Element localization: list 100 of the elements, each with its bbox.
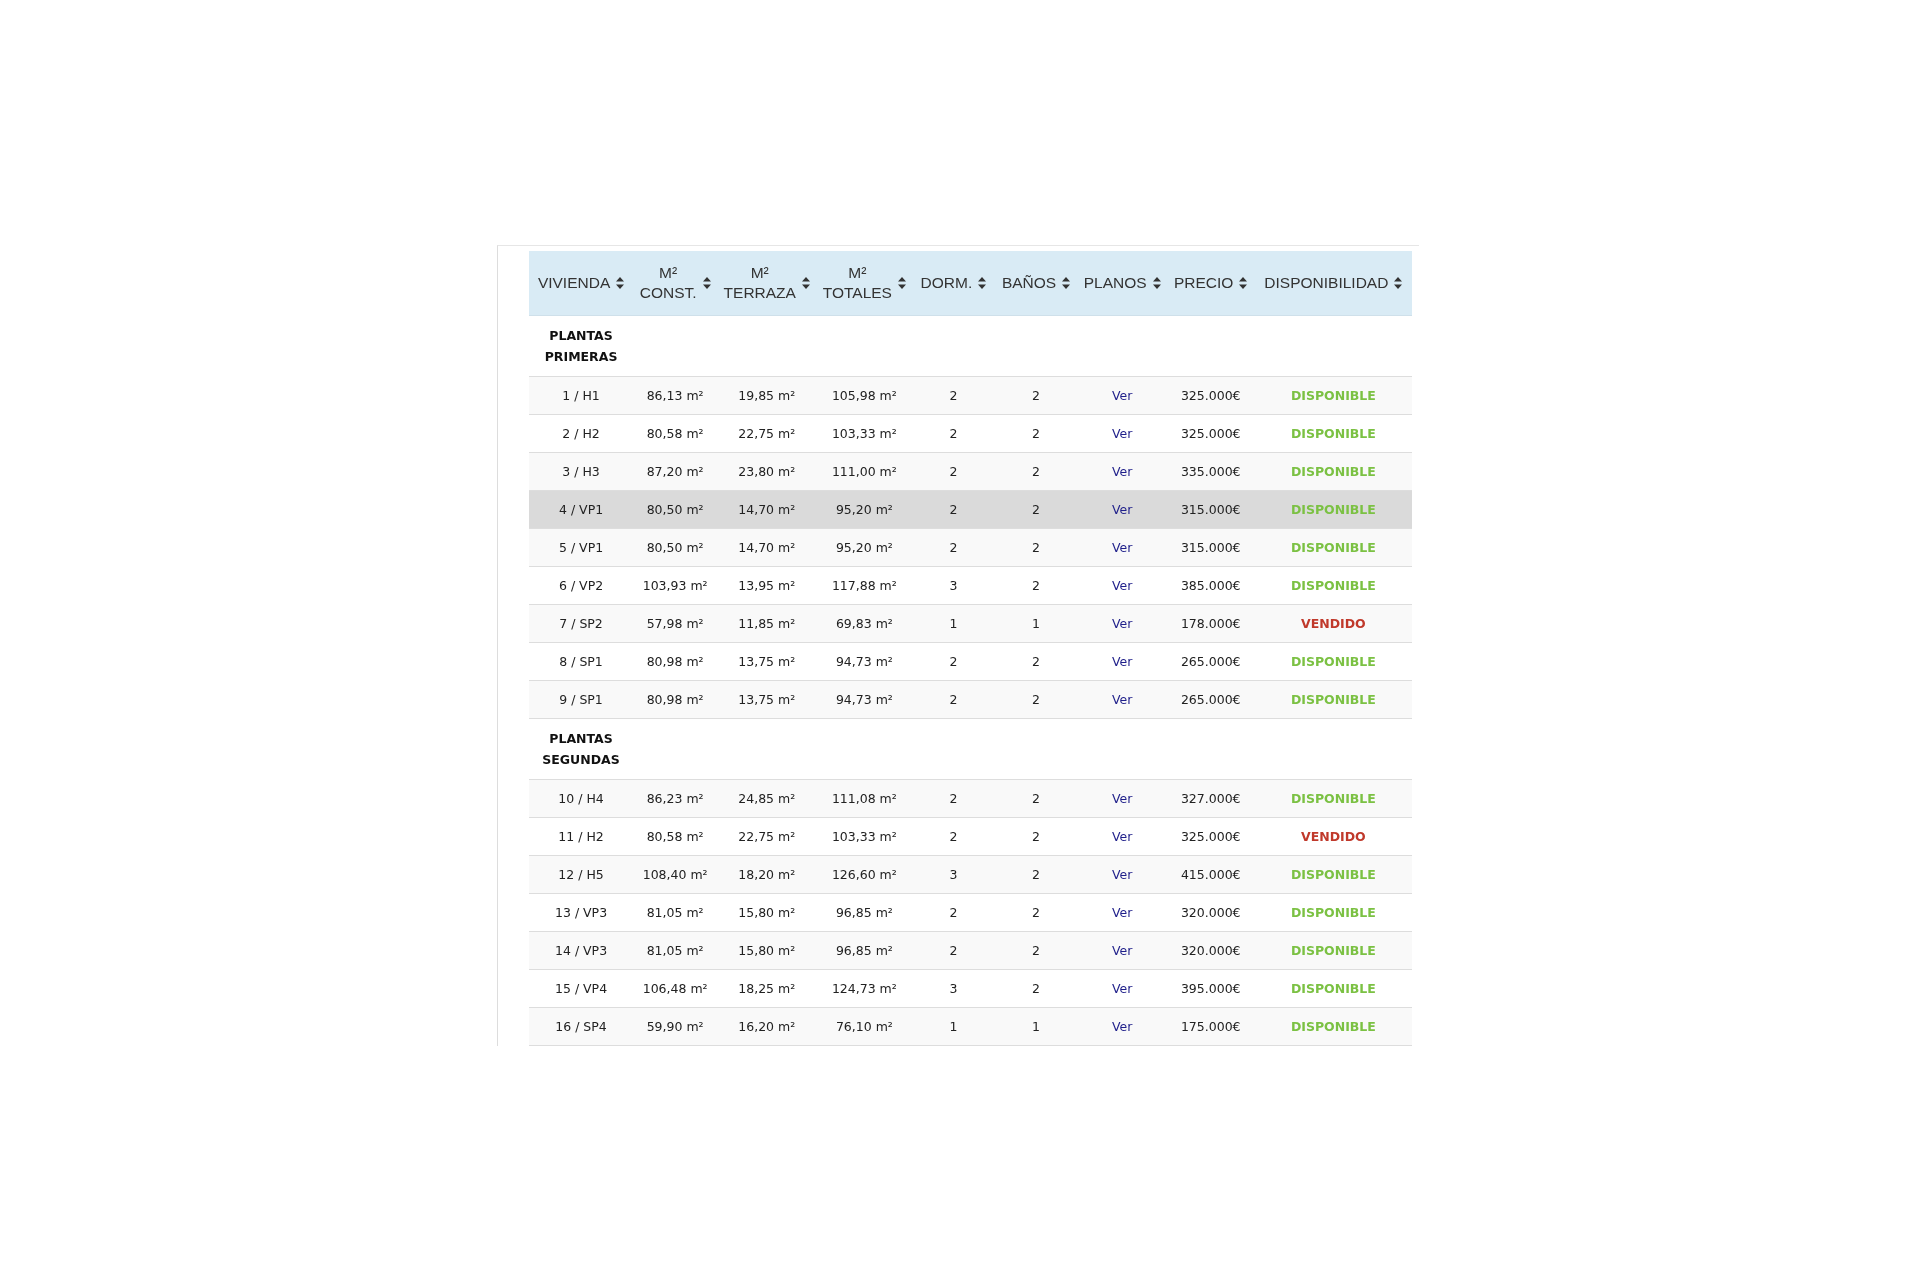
table-cell: 111,00 m² bbox=[816, 452, 913, 491]
table-cell: 12 / H5 bbox=[529, 855, 634, 894]
plan-link[interactable]: Ver bbox=[1111, 464, 1133, 479]
sort-icon[interactable] bbox=[1394, 277, 1403, 289]
table-cell: 2 bbox=[994, 817, 1078, 856]
table-cell: 2 bbox=[912, 376, 995, 415]
table-cell: 94,73 m² bbox=[816, 642, 913, 681]
table-cell: 2 bbox=[912, 642, 995, 681]
plan-link[interactable]: Ver bbox=[1111, 616, 1133, 631]
column-header[interactable]: VIVIENDA bbox=[537, 272, 611, 294]
table-cell: 3 bbox=[912, 969, 995, 1008]
column-header[interactable]: PLANOS bbox=[1083, 272, 1147, 294]
status-text: DISPONIBLE bbox=[1254, 566, 1412, 605]
table-cell: 11,85 m² bbox=[717, 604, 817, 643]
plan-link[interactable]: Ver bbox=[1111, 981, 1133, 996]
sort-icon[interactable] bbox=[1062, 277, 1071, 289]
table-cell: 385.000€ bbox=[1166, 566, 1255, 605]
table-cell: 178.000€ bbox=[1166, 604, 1255, 643]
table-cell: 95,20 m² bbox=[816, 528, 913, 567]
table-cell: 22,75 m² bbox=[717, 414, 817, 453]
table-cell: 415.000€ bbox=[1166, 855, 1255, 894]
status-text: DISPONIBLE bbox=[1254, 414, 1412, 453]
table-cell: 1 bbox=[912, 604, 995, 643]
sort-icon[interactable] bbox=[978, 277, 987, 289]
plan-link[interactable]: Ver bbox=[1111, 943, 1133, 958]
table-cell: 86,13 m² bbox=[633, 376, 718, 415]
plan-link[interactable]: Ver bbox=[1111, 388, 1133, 403]
table-cell: 69,83 m² bbox=[816, 604, 913, 643]
table-cell: 76,10 m² bbox=[816, 1007, 913, 1046]
plan-link[interactable]: Ver bbox=[1111, 540, 1133, 555]
sort-icon[interactable] bbox=[801, 277, 810, 289]
status-text: DISPONIBLE bbox=[1254, 452, 1412, 491]
column-header[interactable]: DORM. bbox=[920, 272, 973, 294]
plan-link[interactable]: Ver bbox=[1111, 426, 1133, 441]
table-cell: 2 bbox=[912, 931, 995, 970]
table-cell: 14 / VP3 bbox=[529, 931, 634, 970]
column-header[interactable]: M² TOTALES bbox=[822, 262, 892, 304]
table-cell: 335.000€ bbox=[1166, 452, 1255, 491]
plan-link[interactable]: Ver bbox=[1111, 502, 1133, 517]
sort-icon[interactable] bbox=[1239, 277, 1248, 289]
table-cell: 103,33 m² bbox=[816, 817, 913, 856]
plan-link[interactable]: Ver bbox=[1111, 1019, 1133, 1034]
status-text: DISPONIBLE bbox=[1254, 855, 1412, 894]
sort-icon[interactable] bbox=[616, 277, 625, 289]
plan-link[interactable]: Ver bbox=[1111, 829, 1133, 844]
table-cell: 9 / SP1 bbox=[529, 680, 634, 719]
table-cell: 126,60 m² bbox=[816, 855, 913, 894]
table-cell: 320.000€ bbox=[1166, 893, 1255, 932]
plan-link[interactable]: Ver bbox=[1111, 692, 1133, 707]
table-cell: 2 bbox=[994, 969, 1078, 1008]
table-cell: 2 bbox=[994, 452, 1078, 491]
table-cell: 81,05 m² bbox=[633, 931, 718, 970]
table-cell: 13 / VP3 bbox=[529, 893, 634, 932]
column-header[interactable]: PRECIO bbox=[1174, 272, 1234, 294]
column-header[interactable]: BAÑOS bbox=[1001, 272, 1057, 294]
table-cell: 103,93 m² bbox=[633, 566, 718, 605]
sort-icon[interactable] bbox=[897, 277, 906, 289]
table-cell: 2 bbox=[994, 414, 1078, 453]
table-cell: 15,80 m² bbox=[717, 893, 817, 932]
sort-icon[interactable] bbox=[702, 277, 711, 289]
table-cell: 315.000€ bbox=[1166, 528, 1255, 567]
section-title: PLANTAS SEGUNDAS bbox=[541, 730, 621, 769]
column-header[interactable]: DISPONIBILIDAD bbox=[1264, 272, 1389, 294]
table-cell: 16 / SP4 bbox=[529, 1007, 634, 1046]
plan-link[interactable]: Ver bbox=[1111, 905, 1133, 920]
status-text: VENDIDO bbox=[1254, 817, 1412, 856]
table-cell: 80,50 m² bbox=[633, 528, 718, 567]
table-cell: 3 bbox=[912, 855, 995, 894]
table-cell: 87,20 m² bbox=[633, 452, 718, 491]
column-header[interactable]: M² CONST. bbox=[639, 262, 697, 304]
plan-link[interactable]: Ver bbox=[1111, 578, 1133, 593]
status-text: DISPONIBLE bbox=[1254, 969, 1412, 1008]
table-cell: 395.000€ bbox=[1166, 969, 1255, 1008]
section-title: PLANTAS PRIMERAS bbox=[543, 327, 619, 366]
table-cell: 2 bbox=[994, 855, 1078, 894]
table-cell: 96,85 m² bbox=[816, 893, 913, 932]
table-cell: 2 bbox=[994, 490, 1078, 529]
table-cell: 10 / H4 bbox=[529, 779, 634, 818]
table-cell: 111,08 m² bbox=[816, 779, 913, 818]
plan-link[interactable]: Ver bbox=[1111, 654, 1133, 669]
table-cell: 117,88 m² bbox=[816, 566, 913, 605]
table-cell: 2 bbox=[912, 817, 995, 856]
table-cell: 13,95 m² bbox=[717, 566, 817, 605]
status-text: VENDIDO bbox=[1254, 604, 1412, 643]
table-cell: 24,85 m² bbox=[717, 779, 817, 818]
table-cell: 18,25 m² bbox=[717, 969, 817, 1008]
table-cell: 2 bbox=[912, 779, 995, 818]
table-cell: 18,20 m² bbox=[717, 855, 817, 894]
table-cell: 315.000€ bbox=[1166, 490, 1255, 529]
status-text: DISPONIBLE bbox=[1254, 931, 1412, 970]
status-text: DISPONIBLE bbox=[1254, 680, 1412, 719]
table-cell: 80,58 m² bbox=[633, 817, 718, 856]
plan-link[interactable]: Ver bbox=[1111, 791, 1133, 806]
table-cell: 4 / VP1 bbox=[529, 490, 634, 529]
sort-icon[interactable] bbox=[1152, 277, 1161, 289]
table-cell: 2 bbox=[994, 779, 1078, 818]
table-cell: 2 / H2 bbox=[529, 414, 634, 453]
column-header[interactable]: M² TERRAZA bbox=[723, 262, 796, 304]
plan-link[interactable]: Ver bbox=[1111, 867, 1133, 882]
table-cell: 124,73 m² bbox=[816, 969, 913, 1008]
